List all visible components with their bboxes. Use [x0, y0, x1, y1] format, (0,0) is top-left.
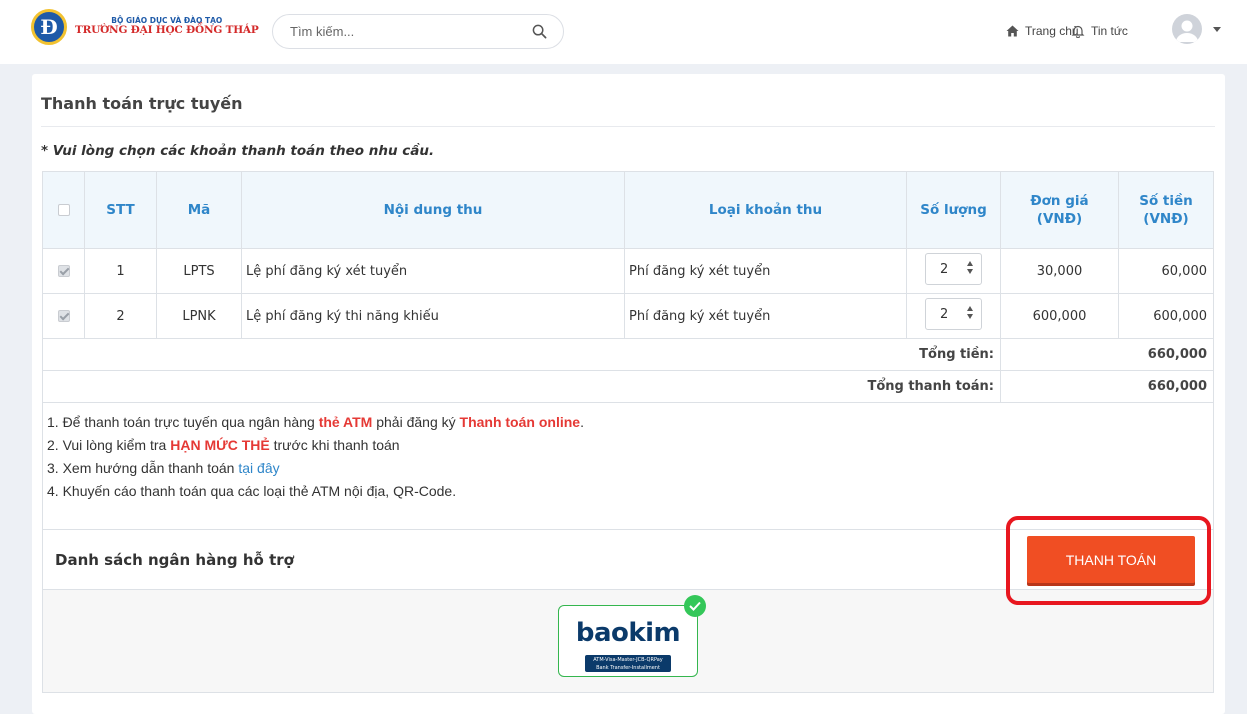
row-select-cell	[42, 248, 85, 294]
payment-table: STT Mã Nội dung thu Loại khoản thu Số lư…	[42, 171, 1214, 693]
page-title: Thanh toán trực tuyến	[41, 94, 243, 113]
total-value: 660,000	[1000, 338, 1214, 371]
header-type: Loại khoản thu	[624, 171, 907, 249]
top-navbar: Đ BỘ GIÁO DỤC VÀ ĐÀO TẠO TRƯỜNG ĐẠI HỌC …	[0, 0, 1247, 64]
quantity-value: 2	[940, 307, 949, 322]
header-code: Mã	[156, 171, 242, 249]
logo-text: BỘ GIÁO DỤC VÀ ĐÀO TẠO TRƯỜNG ĐẠI HỌC ĐỒ…	[75, 16, 259, 37]
header-unit-price-line2: (VNĐ)	[1036, 211, 1083, 227]
header-unit-price-line1: Đơn giá	[1030, 192, 1089, 209]
logo-emblem-icon: Đ	[31, 9, 67, 45]
row-amount: 600,000	[1118, 293, 1214, 339]
total-label: Tổng tiền:	[42, 338, 1001, 371]
guide-link[interactable]: tại đây	[238, 460, 279, 476]
instruction-1-text2: phải đăng ký	[372, 414, 460, 430]
table-row: 2 LPNK Lệ phí đăng ký thi năng khiếu Phí…	[42, 293, 1214, 339]
instruction-3-text: 3. Xem hướng dẫn thanh toán	[47, 460, 239, 476]
header-amount: Số tiền (VNĐ)	[1118, 171, 1214, 249]
grand-total-row: Tổng thanh toán: 660,000	[42, 370, 1214, 403]
header-content: Nội dung thu	[241, 171, 625, 249]
baokim-tagline: ATM-Visa-Master-JCB-QRPay Bank Transfer-…	[585, 655, 671, 672]
nav-home[interactable]: Trang chủ	[1006, 24, 1079, 38]
baokim-logo: baokim	[575, 618, 681, 648]
header-amount-line1: Số tiền	[1139, 192, 1193, 209]
instruction-3: 3. Xem hướng dẫn thanh toán tại đây	[47, 457, 1209, 480]
row-unit-price: 30,000	[1000, 248, 1119, 294]
increment-arrow-icon[interactable]	[967, 261, 973, 266]
instruction-2-limit: HẠN MỨC THẺ	[170, 437, 270, 453]
title-divider	[41, 126, 1215, 127]
decrement-arrow-icon[interactable]	[967, 269, 973, 274]
home-icon	[1006, 25, 1019, 37]
instruction-1-online: Thanh toán online	[459, 414, 581, 430]
instruction-1: 1. Để thanh toán trực tuyến qua ngân hàn…	[47, 411, 1209, 434]
row-code: LPNK	[156, 293, 242, 339]
instruction-2: 2. Vui lòng kiểm tra HẠN MỨC THẺ trước k…	[47, 434, 1209, 457]
grand-total-label: Tổng thanh toán:	[42, 370, 1001, 403]
decrement-arrow-icon[interactable]	[967, 314, 973, 319]
row-content: Lệ phí đăng ký xét tuyển	[241, 248, 625, 294]
increment-arrow-icon[interactable]	[967, 306, 973, 311]
quantity-value: 2	[940, 262, 949, 277]
user-menu-chevron-down-icon[interactable]	[1213, 27, 1221, 32]
row-stt: 2	[84, 293, 157, 339]
pay-button[interactable]: THANH TOÁN	[1027, 536, 1195, 583]
baokim-tagline-1: ATM-Visa-Master-JCB-QRPay	[593, 657, 663, 663]
nav-news[interactable]: Tin tức	[1071, 24, 1128, 38]
bank-cell: Danh sách ngân hàng hỗ trợ THANH TOÁN	[42, 516, 1214, 605]
row-unit-price: 600,000	[1000, 293, 1119, 339]
bank-row: Danh sách ngân hàng hỗ trợ THANH TOÁN	[42, 516, 1214, 605]
select-all-checkbox[interactable]	[57, 203, 70, 216]
info-row: 1. Để thanh toán trực tuyến qua ngân hàn…	[42, 402, 1214, 530]
nav-news-label: Tin tức	[1091, 24, 1128, 38]
grand-total-value: 660,000	[1000, 370, 1214, 403]
row-code: LPTS	[156, 248, 242, 294]
total-row: Tổng tiền: 660,000	[42, 338, 1214, 371]
table-row: 1 LPTS Lệ phí đăng ký xét tuyển Phí đăng…	[42, 248, 1214, 294]
payment-card: Thanh toán trực tuyến * Vui lòng chọn cá…	[32, 74, 1225, 714]
instruction-2-text2: trước khi thanh toán	[269, 437, 400, 453]
bank-list-title: Danh sách ngân hàng hỗ trợ	[55, 550, 294, 569]
instruction-1-text: 1. Để thanh toán trực tuyến qua ngân hàn…	[47, 414, 319, 430]
user-avatar-icon	[1176, 20, 1198, 42]
bell-icon	[1071, 25, 1085, 38]
instruction-1-atm: thẻ ATM	[318, 414, 373, 430]
search-box[interactable]	[272, 14, 564, 49]
university-logo[interactable]: Đ BỘ GIÁO DỤC VÀ ĐÀO TẠO TRƯỜNG ĐẠI HỌC …	[31, 9, 259, 45]
row-qty-cell: 2	[906, 248, 1001, 294]
search-icon[interactable]	[532, 24, 547, 39]
row-checkbox[interactable]	[57, 265, 70, 277]
avatar[interactable]	[1172, 14, 1202, 44]
check-icon	[684, 595, 706, 617]
select-all-header	[42, 171, 85, 249]
header-qty: Số lượng	[906, 171, 1001, 249]
instruction-2-text: 2. Vui lòng kiểm tra	[47, 437, 171, 453]
row-qty-cell: 2	[906, 293, 1001, 339]
quantity-stepper[interactable]: 2	[925, 253, 982, 285]
row-stt: 1	[84, 248, 157, 294]
header-unit-price: Đơn giá (VNĐ)	[1000, 171, 1119, 249]
row-content: Lệ phí đăng ký thi năng khiếu	[241, 293, 625, 339]
baokim-provider-card[interactable]: baokim ATM-Visa-Master-JCB-QRPay Bank Tr…	[558, 595, 706, 677]
search-input[interactable]	[290, 24, 530, 39]
row-select-cell	[42, 293, 85, 339]
row-type: Phí đăng ký xét tuyển	[624, 293, 907, 339]
quantity-stepper[interactable]: 2	[925, 298, 982, 330]
payment-instructions: 1. Để thanh toán trực tuyến qua ngân hàn…	[42, 402, 1214, 530]
row-type: Phí đăng ký xét tuyển	[624, 248, 907, 294]
selection-note: * Vui lòng chọn các khoản thanh toán the…	[41, 143, 435, 159]
logo-university-name: TRƯỜNG ĐẠI HỌC ĐỒNG THÁP	[75, 24, 259, 37]
instruction-4: 4. Khuyến cáo thanh toán qua các loại th…	[47, 483, 457, 499]
row-checkbox[interactable]	[57, 310, 70, 322]
row-amount: 60,000	[1118, 248, 1214, 294]
instruction-1-end: .	[580, 414, 584, 430]
header-amount-line2: (VNĐ)	[1143, 211, 1189, 227]
baokim-tagline-2: Bank Transfer-Installment	[596, 665, 660, 671]
header-stt: STT	[84, 171, 157, 249]
